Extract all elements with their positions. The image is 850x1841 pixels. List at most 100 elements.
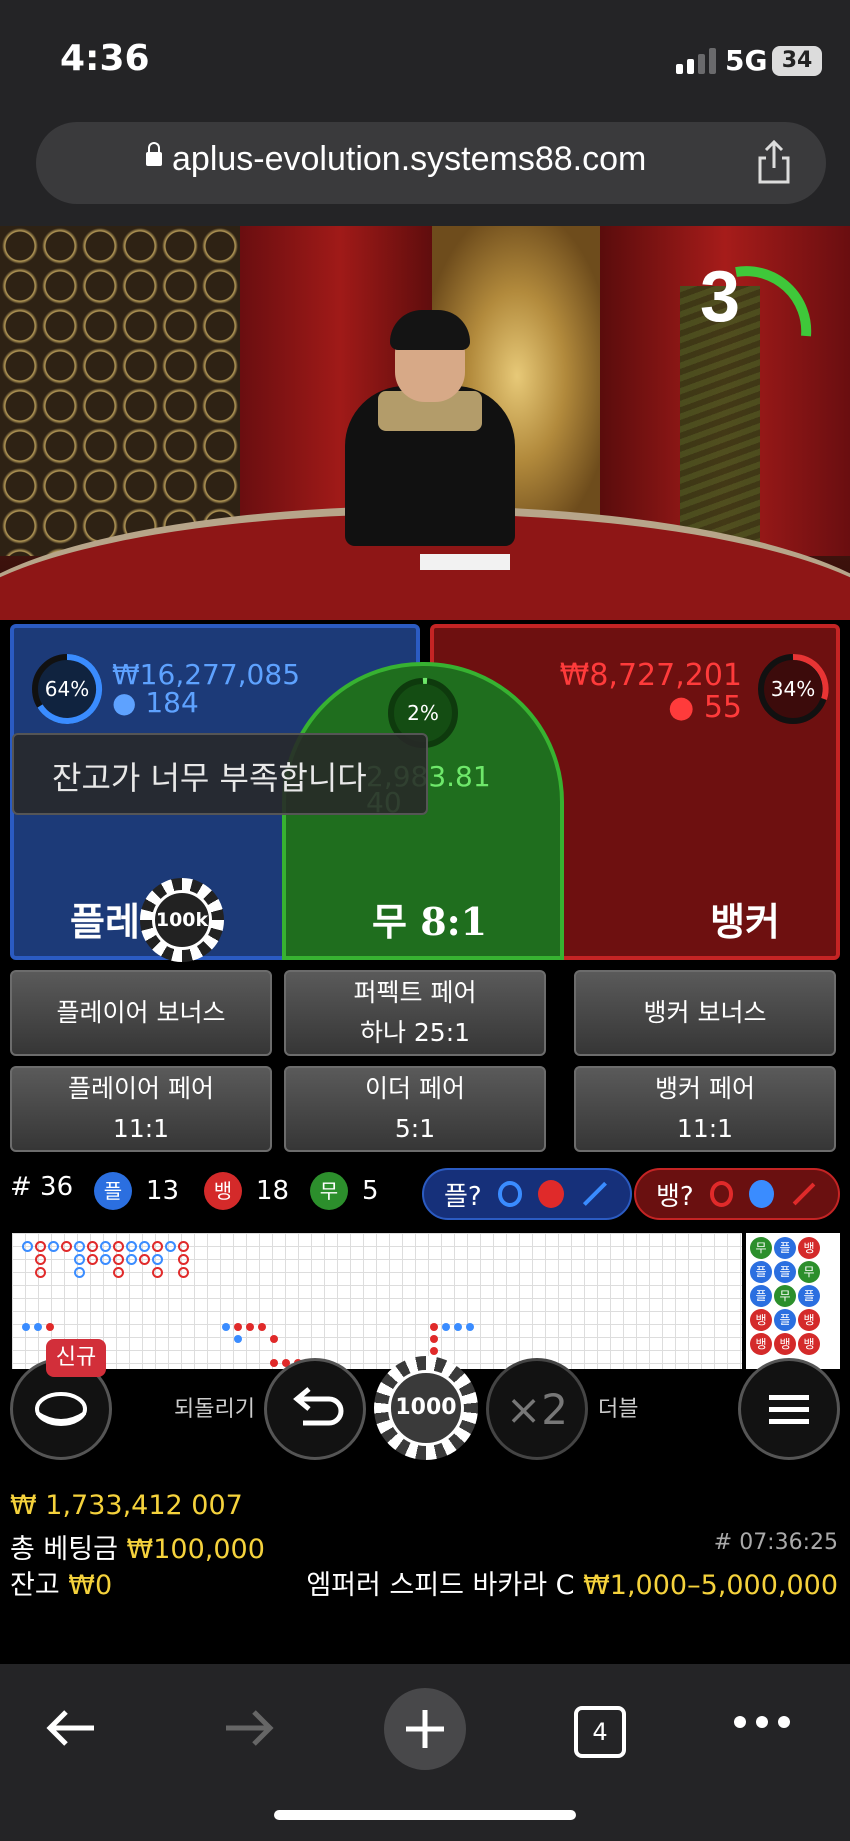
round-number-value: # 36 — [10, 1172, 74, 1202]
big-road-tie: 무 — [798, 1261, 820, 1283]
road-mark — [74, 1267, 85, 1278]
new-badge: 신규 — [46, 1339, 106, 1377]
road-mark — [139, 1254, 150, 1265]
road-mark — [113, 1241, 124, 1252]
big-road-player: 플 — [750, 1261, 772, 1283]
tie-wins-value: 5 — [362, 1176, 379, 1206]
road-mark — [35, 1254, 46, 1265]
menu-button[interactable] — [738, 1358, 840, 1460]
undo-icon — [293, 1387, 344, 1426]
road-mark — [113, 1254, 124, 1265]
bet-limits: ₩1,000–5,000,000 — [583, 1570, 838, 1601]
player-predict-label: 플? — [444, 1181, 482, 1212]
banker-percent: 34% — [770, 677, 816, 701]
banker-total-amount: ₩8,727,201 — [559, 658, 742, 693]
banker-wins-value: 18 — [256, 1176, 290, 1206]
road-mark — [113, 1267, 124, 1278]
insufficient-balance-toast: 잔고가 너무 부족합니다 — [12, 733, 428, 815]
road-mark — [139, 1241, 150, 1252]
player-wins: 플 13 — [94, 1172, 179, 1210]
banker-bonus-button[interactable]: 뱅커 보너스 — [574, 970, 836, 1056]
road-dot — [22, 1323, 30, 1331]
big-road-tie: 무 — [750, 1237, 772, 1259]
network-type: 5G — [725, 44, 768, 77]
forward-arrow-icon[interactable] — [218, 1706, 278, 1750]
table-info: 엠퍼러 스피드 바카라 C ₩1,000–5,000,000 — [306, 1563, 838, 1602]
road-dot — [234, 1323, 242, 1331]
slash-icon — [792, 1182, 816, 1206]
user-icon: ● — [668, 690, 695, 725]
big-road-player: 플 — [774, 1237, 796, 1259]
countdown-ring-icon — [735, 266, 812, 337]
road-mark — [178, 1241, 189, 1252]
double-label: 더블 — [598, 1397, 639, 1422]
either-pair-button[interactable]: 이더 페어 5:1 — [284, 1066, 546, 1152]
lock-icon — [146, 142, 162, 166]
wall-decor — [0, 226, 260, 556]
road-mark — [35, 1267, 46, 1278]
placed-chip-value: 100k — [152, 890, 212, 950]
back-arrow-icon[interactable] — [42, 1706, 102, 1750]
tie-percent: 2% — [407, 701, 439, 725]
countdown-timer: 3 — [700, 257, 741, 337]
address-bar[interactable]: aplus-evolution.systems88.com — [36, 122, 826, 204]
solid-circle-icon — [749, 1180, 774, 1208]
road-dot — [246, 1323, 254, 1331]
road-mark — [35, 1241, 46, 1252]
player-bonus-button[interactable]: 플레이어 보너스 — [10, 970, 272, 1056]
banker-pair-button[interactable]: 뱅커 페어 11:1 — [574, 1066, 836, 1152]
chip-value: 1000 — [388, 1370, 464, 1446]
big-road-banker: 뱅 — [774, 1333, 796, 1355]
bead-road-scoreboard[interactable] — [12, 1233, 742, 1369]
player-percent: 64% — [44, 677, 90, 701]
road-dot — [234, 1335, 242, 1343]
browser-url-area: aplus-evolution.systems88.com — [0, 120, 850, 226]
undo-button[interactable] — [264, 1358, 366, 1460]
double-button[interactable]: ×2 — [486, 1358, 588, 1460]
player-count-value: 184 — [145, 686, 199, 719]
perfect-pair-button[interactable]: 퍼펙트 페어 하나 25:1 — [284, 970, 546, 1056]
betting-board: 64% ₩16,277,085 ● 184 플레이어 100k 34% ₩8,7… — [0, 620, 850, 962]
game-id: # 07:36:25 — [713, 1530, 838, 1555]
chip-selector[interactable]: 1000 — [374, 1356, 478, 1460]
banker-badge: 뱅 — [204, 1172, 242, 1210]
dealt-cards — [420, 554, 510, 570]
road-dot — [466, 1323, 474, 1331]
road-mark — [152, 1241, 163, 1252]
banker-predict-button[interactable]: 뱅? — [634, 1168, 840, 1220]
player-badge: 플 — [94, 1172, 132, 1210]
road-mark — [87, 1241, 98, 1252]
plus-icon — [406, 1710, 444, 1748]
tie-label: 무 8:1 — [372, 899, 488, 944]
more-icon[interactable] — [734, 1716, 790, 1728]
home-indicator — [274, 1810, 576, 1820]
big-road-scoreboard[interactable]: 무 플 뱅 플 플 무 플 무 플 뱅 플 뱅 뱅 뱅 뱅 — [746, 1233, 840, 1369]
road-dot — [430, 1335, 438, 1343]
road-mark — [178, 1254, 189, 1265]
placed-chip: 100k — [140, 878, 224, 962]
road-dot — [222, 1323, 230, 1331]
road-mark — [61, 1241, 72, 1252]
road-mark — [178, 1267, 189, 1278]
road-mark — [74, 1241, 85, 1252]
total-bet-label: 총 베팅금 — [10, 1534, 118, 1565]
big-road-banker: 뱅 — [798, 1237, 820, 1259]
round-number: # 36 — [10, 1172, 73, 1202]
hamburger-icon — [769, 1395, 809, 1424]
share-icon[interactable] — [754, 138, 794, 186]
balance-value: ₩0 — [68, 1570, 113, 1601]
jackpot-amount: ₩ 1,733,412 007 — [10, 1490, 243, 1521]
new-tab-button[interactable] — [384, 1688, 466, 1770]
user-icon: ● — [112, 686, 137, 719]
big-road-player: 플 — [750, 1285, 772, 1307]
battery-icon: 34 — [772, 46, 822, 76]
live-video-feed: 3 — [0, 226, 850, 630]
player-predict-button[interactable]: 플? — [422, 1168, 632, 1220]
player-pair-button[interactable]: 플레이어 페어 11:1 — [10, 1066, 272, 1152]
road-dot — [442, 1323, 450, 1331]
road-mark — [48, 1241, 59, 1252]
tabs-button[interactable]: 4 — [574, 1706, 626, 1758]
road-mark — [165, 1241, 176, 1252]
player-bonus-label: 플레이어 보너스 — [56, 998, 226, 1027]
banker-label: 뱅커 — [710, 900, 780, 944]
